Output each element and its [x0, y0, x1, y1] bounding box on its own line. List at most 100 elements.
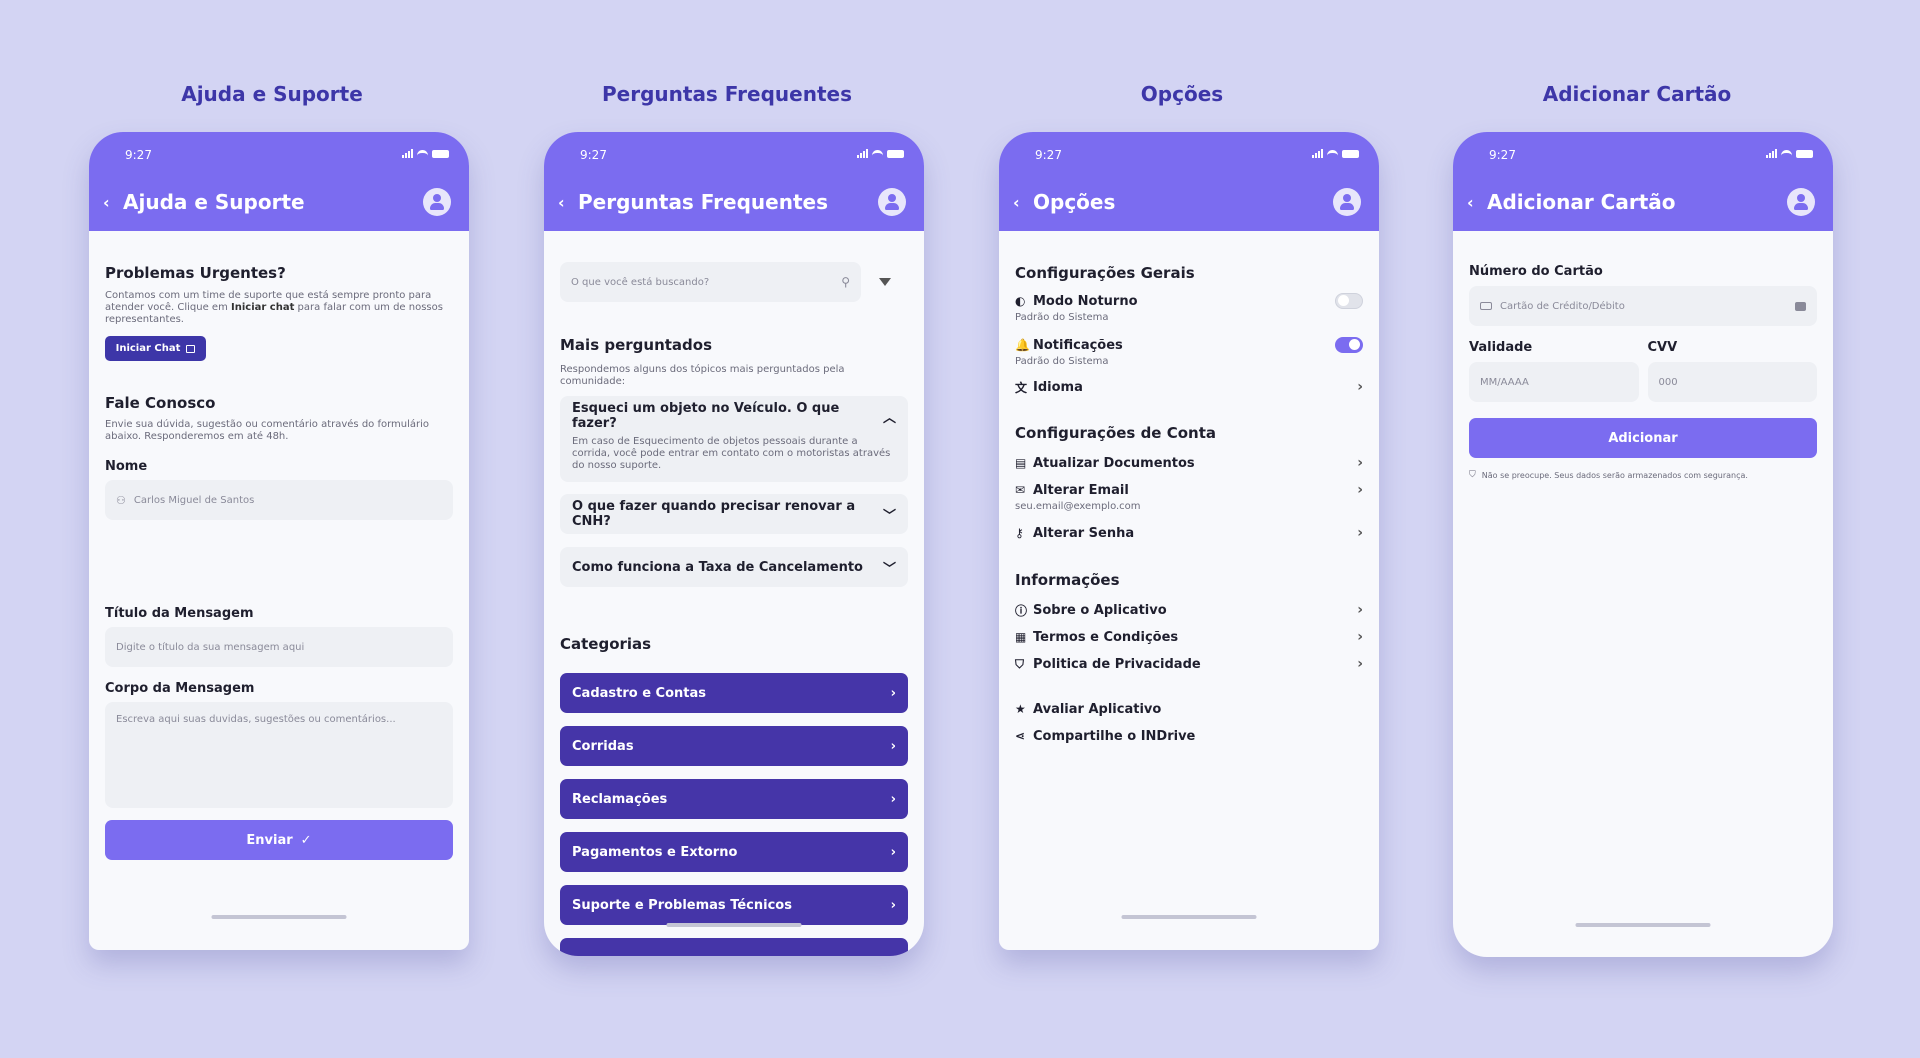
validity-field[interactable]: MM/AAAA	[1469, 362, 1639, 402]
message-body-label: Corpo da Mensagem	[105, 681, 255, 696]
home-indicator	[1121, 915, 1257, 919]
categories-heading: Categorias	[560, 635, 652, 653]
chevron-right-icon: ›	[1357, 629, 1363, 645]
faq-item[interactable]: Como funciona a Taxa de Cancelamento ﹀	[560, 547, 908, 587]
key-icon: ⚷	[1015, 526, 1024, 540]
back-icon[interactable]: ‹	[1013, 193, 1033, 212]
rate-app-row[interactable]: ★ Avaliar Aplicativo	[1015, 698, 1363, 720]
category-item-partial[interactable]	[560, 938, 908, 956]
about-row[interactable]: ⓘ Sobre o Aplicativo ›	[1015, 599, 1363, 621]
signal-icon	[1312, 149, 1323, 158]
message-title-label: Título da Mensagem	[105, 606, 254, 621]
screen-title-card: Adicionar Cartão	[1542, 82, 1732, 106]
notifications-row[interactable]: 🔔 Notificações	[1015, 334, 1363, 356]
check-icon: ✓	[300, 832, 312, 848]
night-mode-toggle[interactable]	[1335, 293, 1363, 309]
share-app-row[interactable]: ⋖ Compartilhe o INDrive	[1015, 725, 1363, 747]
filter-icon[interactable]	[879, 278, 891, 286]
app-header: 9:27 ‹ Adicionar Cartão	[1453, 132, 1833, 231]
wifi-icon	[1781, 149, 1792, 158]
category-item[interactable]: Suporte e Problemas Técnicos ›	[560, 885, 908, 925]
status-icons	[1312, 149, 1359, 158]
status-time: 9:27	[1489, 148, 1516, 162]
phone-card: 9:27 ‹ Adicionar Cartão Número do Cartão…	[1453, 132, 1833, 957]
terms-row[interactable]: ▦ Termos e Condições ›	[1015, 626, 1363, 648]
back-icon[interactable]: ‹	[558, 193, 578, 212]
name-label: Nome	[105, 459, 148, 474]
validity-label: Validade	[1469, 340, 1533, 355]
night-mode-sub: Padrão do Sistema	[1015, 312, 1109, 323]
phone-faq: 9:27 ‹ Perguntas Frequentes O que você e…	[544, 132, 924, 956]
update-documents-row[interactable]: ▤ Atualizar Documentos ›	[1015, 452, 1363, 474]
header-title: Opções	[1033, 190, 1116, 214]
back-icon[interactable]: ‹	[1467, 193, 1487, 212]
camera-icon[interactable]	[1795, 301, 1806, 311]
categories-list: Cadastro e Contas › Corridas › Reclamações…	[560, 673, 908, 956]
email-value: seu.email@exemplo.com	[1015, 501, 1141, 512]
app-header: 9:27 ‹ Opções	[999, 132, 1379, 231]
faq-question: Esqueci um objeto no Veículo. O que faze…	[572, 401, 840, 431]
wifi-icon	[872, 149, 883, 158]
send-button[interactable]: Enviar ✓	[105, 820, 453, 860]
avatar-icon[interactable]	[1787, 188, 1815, 216]
terms-icon: ▦	[1015, 630, 1027, 644]
security-note: Não se preocupe. Seus dados serão armaze…	[1481, 470, 1748, 480]
most-asked-description: Respondemos alguns dos tópicos mais perg…	[560, 364, 845, 387]
faq-item[interactable]: O que fazer quando precisar renovar a CN…	[560, 494, 908, 534]
screen-title-faq: Perguntas Frequentes	[602, 82, 852, 106]
search-input[interactable]: O que você está buscando? ⚲	[560, 262, 861, 302]
battery-icon	[1796, 149, 1813, 158]
urgent-heading: Problemas Urgentes?	[105, 264, 286, 282]
faq-question: O que fazer quando precisar renovar a CN…	[572, 499, 856, 529]
user-icon: ⚇	[116, 493, 126, 507]
star-icon: ★	[1015, 702, 1026, 716]
night-mode-row[interactable]: ◐ Modo Noturno	[1015, 290, 1363, 312]
header-title: Ajuda e Suporte	[123, 190, 305, 214]
header-title: Adicionar Cartão	[1487, 190, 1676, 214]
phone-options: 9:27 ‹ Opções Configurações Gerais ◐ Mod…	[999, 132, 1379, 950]
avatar-icon[interactable]	[1333, 188, 1361, 216]
name-field[interactable]: ⚇ Carlos Miguel de Santos	[105, 480, 453, 520]
contact-heading: Fale Conosco	[105, 394, 216, 412]
status-time: 9:27	[580, 148, 607, 162]
status-icons	[1766, 149, 1813, 158]
faq-question: Como funciona a Taxa de Cancelamento	[572, 559, 863, 575]
card-number-field[interactable]: Cartão de Crédito/Débito	[1469, 286, 1817, 326]
faq-item-expanded[interactable]: Esqueci um objeto no Veículo. O que faze…	[560, 396, 908, 482]
header-title: Perguntas Frequentes	[578, 190, 828, 214]
notifications-toggle[interactable]	[1335, 337, 1363, 353]
category-item[interactable]: Reclamações ›	[560, 779, 908, 819]
home-indicator	[1575, 923, 1711, 927]
contact-description: Envie sua dúvida, sugestão ou comentário…	[105, 419, 430, 442]
chevron-right-icon: ›	[890, 685, 896, 701]
urgent-description: Contamos com um time de suporte que está…	[105, 290, 443, 325]
shield-icon: ⛉	[1469, 470, 1476, 480]
change-password-row[interactable]: ⚷ Alterar Senha ›	[1015, 522, 1363, 544]
start-chat-button[interactable]: Iniciar Chat	[105, 336, 206, 361]
cvv-field[interactable]: 000	[1647, 362, 1817, 402]
message-body-field[interactable]: Escreva aqui suas duvidas, sugestões ou …	[105, 702, 453, 808]
avatar-icon[interactable]	[878, 188, 906, 216]
chevron-right-icon: ›	[890, 897, 896, 913]
status-time: 9:27	[125, 148, 152, 162]
avatar-icon[interactable]	[423, 188, 451, 216]
battery-icon	[887, 149, 904, 158]
chevron-down-icon: ﹀	[882, 561, 896, 577]
account-settings-heading: Configurações de Conta	[1015, 424, 1216, 442]
most-asked-heading: Mais perguntados	[560, 336, 713, 354]
signal-icon	[1766, 149, 1777, 158]
category-item[interactable]: Pagamentos e Extorno ›	[560, 832, 908, 872]
chat-icon	[186, 344, 196, 353]
message-title-field[interactable]: Digite o título da sua mensagem aqui	[105, 627, 453, 667]
info-icon: ⓘ	[1015, 603, 1028, 618]
mail-icon: ✉	[1015, 483, 1026, 497]
credit-card-icon	[1480, 302, 1492, 310]
back-icon[interactable]: ‹	[103, 193, 123, 212]
language-row[interactable]: 文 Idioma ›	[1015, 376, 1363, 398]
battery-icon	[1342, 149, 1359, 158]
privacy-row[interactable]: ⛉ Politica de Privacidade ›	[1015, 653, 1363, 675]
category-item[interactable]: Corridas ›	[560, 726, 908, 766]
add-card-button[interactable]: Adicionar	[1469, 418, 1817, 458]
change-email-row[interactable]: ✉ Alterar Email ›	[1015, 479, 1363, 501]
category-item[interactable]: Cadastro e Contas ›	[560, 673, 908, 713]
